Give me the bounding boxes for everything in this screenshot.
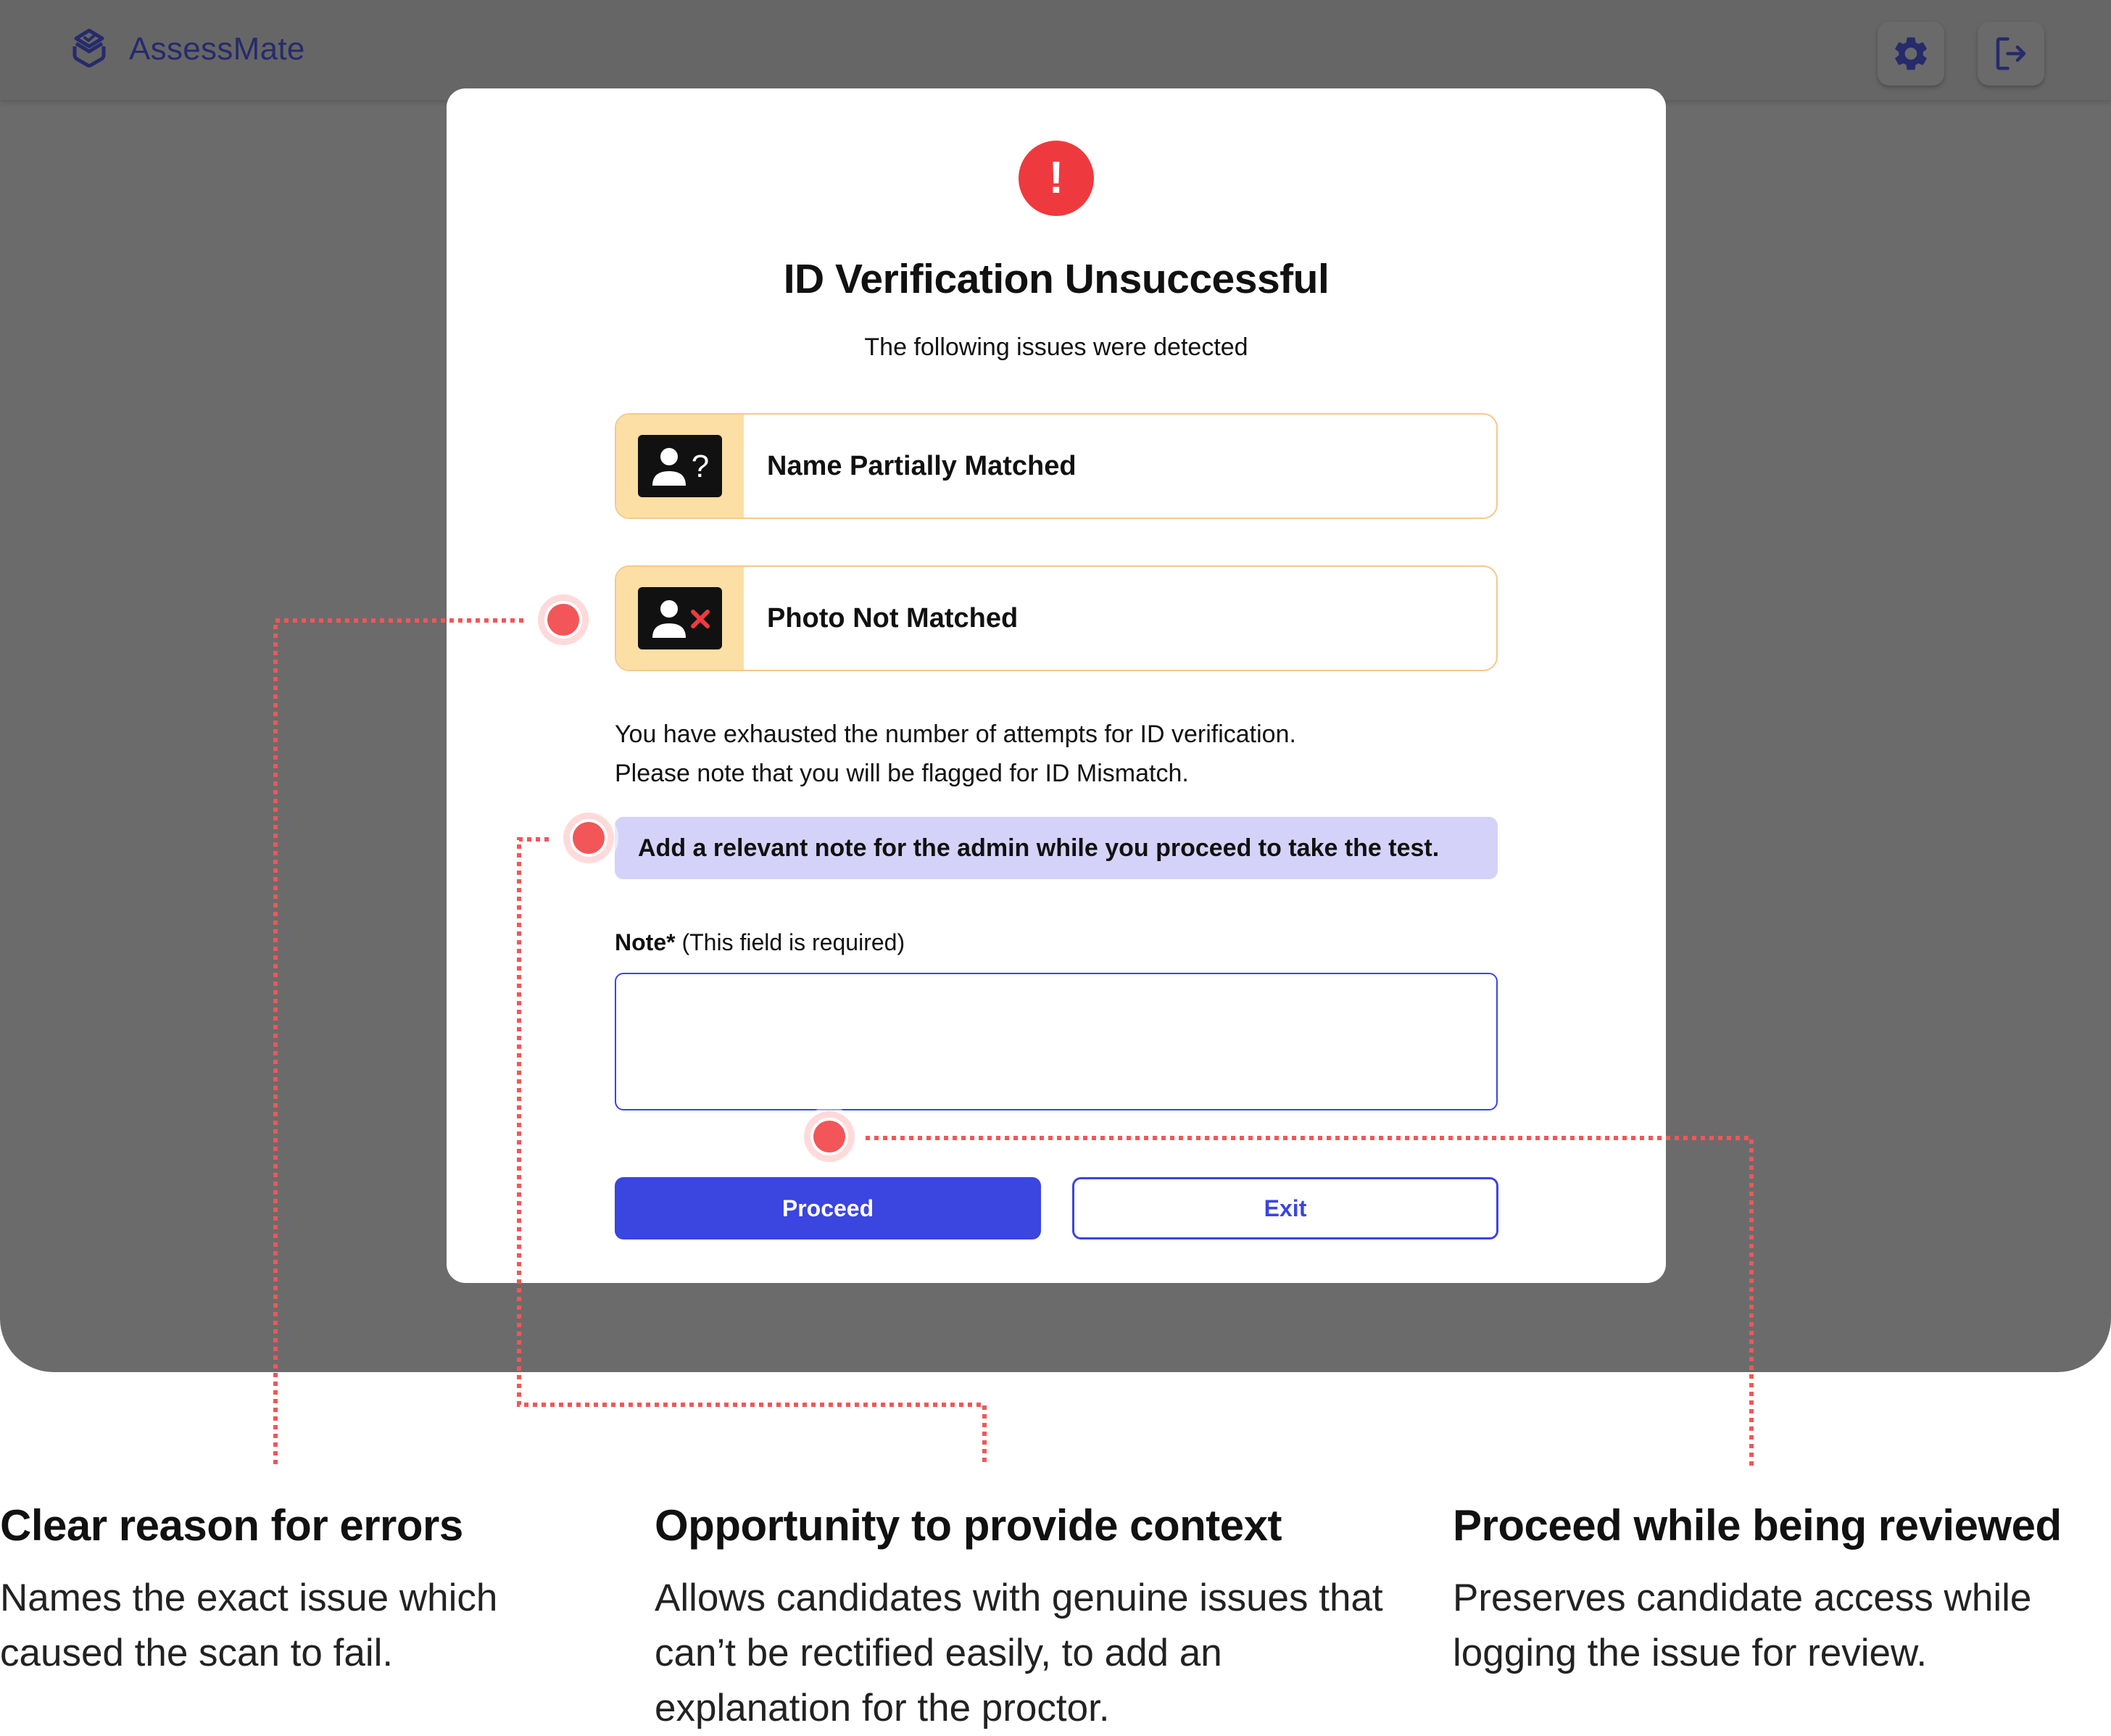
verification-modal: ! ID Verification Unsuccessful The follo…	[447, 88, 1666, 1283]
callout-body: Names the exact issue which caused the s…	[0, 1577, 498, 1674]
issue-card-name: ? Name Partially Matched	[615, 413, 1498, 519]
issue-label: Photo Not Matched	[767, 603, 1019, 634]
logout-icon	[1996, 37, 2026, 70]
callout-title: Proceed while being reviewed	[1453, 1501, 2062, 1550]
note-hint: (This field is required)	[681, 929, 905, 955]
callout-context: Opportunity to provide context Allows ca…	[655, 1500, 1387, 1736]
person-question-icon: ?	[638, 435, 722, 497]
hotspot-marker-errors	[538, 594, 589, 645]
callout-proceed: Proceed while being reviewed Preserves c…	[1453, 1500, 2105, 1681]
issue-icon-container: ?	[616, 415, 744, 518]
issue-icon-container	[616, 567, 744, 670]
svg-text:?: ?	[692, 449, 709, 484]
note-textarea[interactable]	[615, 973, 1498, 1110]
brand-logo-icon	[72, 28, 106, 67]
gear-icon	[1895, 37, 1927, 70]
app-window: AssessMate ! ID Verification Unsuccessfu…	[0, 0, 2111, 1372]
note-label-required: Note*	[615, 929, 676, 955]
settings-button[interactable]	[1878, 22, 1944, 86]
top-bar: AssessMate	[0, 0, 2111, 100]
brand[interactable]: AssessMate	[69, 26, 305, 72]
proceed-button[interactable]: Proceed	[615, 1177, 1041, 1239]
person-x-icon	[638, 587, 722, 649]
modal-title: ID Verification Unsuccessful	[783, 256, 1330, 302]
hotspot-marker-context	[563, 813, 614, 863]
info-banner: Add a relevant note for the admin while …	[615, 817, 1498, 879]
callout-body: Preserves candidate access while logging…	[1453, 1577, 2032, 1674]
alert-glyph: !	[1048, 153, 1064, 203]
attempts-message: You have exhausted the number of attempt…	[615, 720, 1296, 748]
note-label: Note* (This field is required)	[615, 929, 905, 956]
callout-errors: Clear reason for errors Names the exact …	[0, 1500, 623, 1681]
modal-subtitle: The following issues were detected	[864, 333, 1248, 361]
exclamation-icon: !	[1019, 141, 1094, 216]
callout-body: Allows candidates with genuine issues th…	[655, 1577, 1383, 1729]
callout-title: Clear reason for errors	[0, 1501, 463, 1550]
brand-name: AssessMate	[129, 31, 305, 67]
hotspot-marker-proceed	[804, 1111, 855, 1162]
exit-button[interactable]: Exit	[1072, 1177, 1498, 1239]
callout-title: Opportunity to provide context	[655, 1501, 1282, 1550]
issue-card-photo: Photo Not Matched	[615, 565, 1498, 671]
flag-message: Please note that you will be flagged for…	[615, 760, 1189, 787]
issue-label: Name Partially Matched	[767, 451, 1077, 481]
logout-button[interactable]	[1978, 22, 2044, 86]
